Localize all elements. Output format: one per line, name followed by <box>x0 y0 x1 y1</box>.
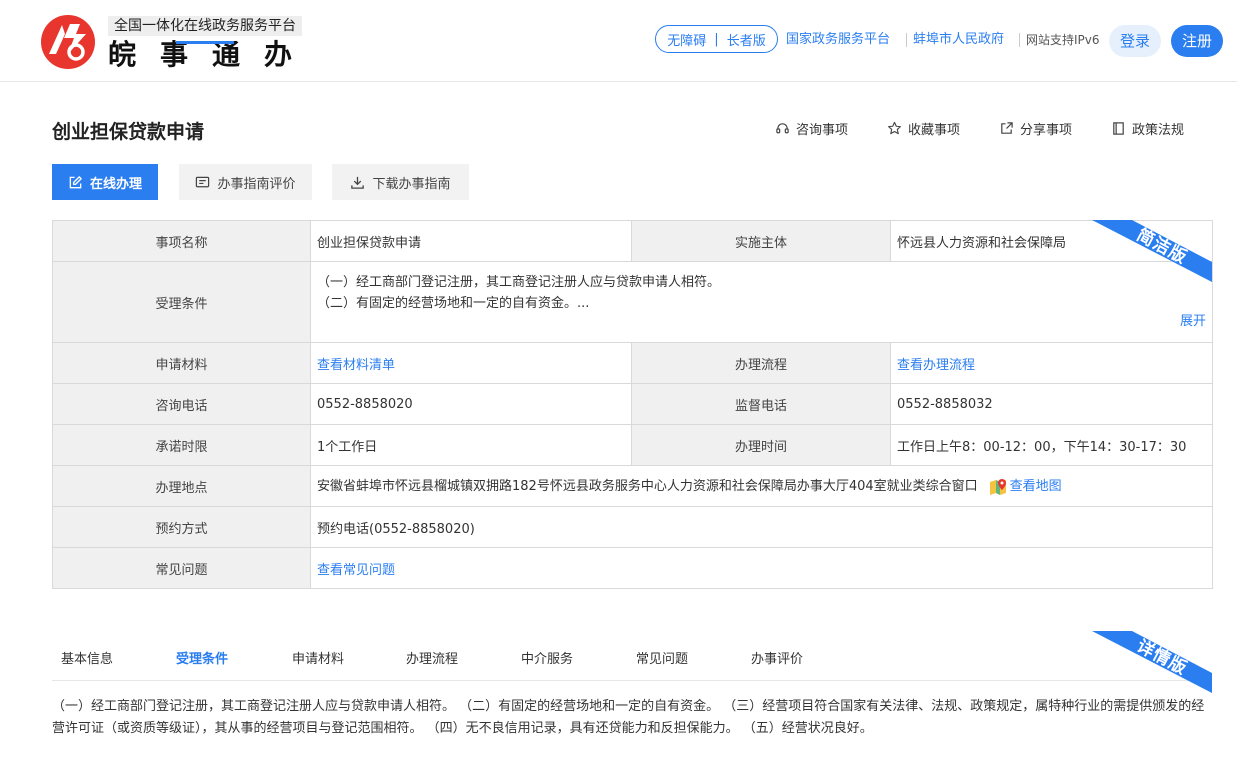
expand-link[interactable]: 展开 <box>1180 311 1206 332</box>
edit-icon <box>69 175 82 188</box>
supervise-phone-value: 0552-8858032 <box>890 383 1213 425</box>
national-platform-link[interactable]: 国家政务服务平台 <box>786 31 890 49</box>
table-row: 办理地点 安徽省蚌埠市怀远县榴城镇双拥路182号怀远县政务服务中心人力资源和社会… <box>52 465 1213 507</box>
policy-label: 政策法规 <box>1132 123 1185 138</box>
faq-link[interactable]: 查看常见问题 <box>317 563 395 578</box>
online-apply-label: 在线办理 <box>89 176 142 192</box>
table-row: 咨询电话 0552-8858020 监督电话 0552-8858032 <box>52 383 1213 425</box>
map-pin-icon[interactable] <box>988 477 1008 497</box>
headset-icon <box>776 123 789 134</box>
faq-cell: 查看常见问题 <box>310 547 1213 589</box>
evaluate-guide-label: 办事指南评价 <box>217 176 296 192</box>
flow-label: 办理流程 <box>631 342 891 384</box>
detail-tabs: 基本信息 受理条件 申请材料 办理流程 中介服务 常见问题 办事评价 <box>52 636 1212 681</box>
material-label: 申请材料 <box>52 342 311 384</box>
comment-icon <box>196 176 210 187</box>
accessibility-link[interactable]: 无障碍 <box>667 30 706 49</box>
share-action[interactable]: 分享事项 <box>999 119 1072 138</box>
table-row: 事项名称 创业担保贷款申请 实施主体 怀远县人力资源和社会保障局 <box>52 220 1213 262</box>
consult-label: 咨询事项 <box>796 123 849 138</box>
booking-label: 预约方式 <box>52 506 311 548</box>
divider <box>1019 33 1020 47</box>
booking-value: 预约电话(0552-8858020) <box>310 506 1213 548</box>
view-map-link[interactable]: 查看地图 <box>1010 479 1062 494</box>
tab-process[interactable]: 办理流程 <box>406 648 458 667</box>
address-label: 办理地点 <box>52 465 311 507</box>
table-row: 常见问题 查看常见问题 <box>52 547 1213 589</box>
download-guide-label: 下载办事指南 <box>372 176 451 192</box>
share-label: 分享事项 <box>1020 123 1073 138</box>
flow-link[interactable]: 查看办理流程 <box>897 358 975 373</box>
condition-label: 受理条件 <box>52 261 311 343</box>
city-government-link[interactable]: 蚌埠市人民政府 <box>913 31 1004 49</box>
share-icon <box>1001 122 1013 134</box>
phone-label: 咨询电话 <box>52 383 311 425</box>
tab-conditions[interactable]: 受理条件 <box>176 648 228 667</box>
table-row: 预约方式 预约电话(0552-8858020) <box>52 506 1213 548</box>
time-limit-value: 1个工作日 <box>310 424 632 466</box>
policy-action[interactable]: 政策法规 <box>1111 119 1184 138</box>
address-value: 安徽省蚌埠市怀远县榴城镇双拥路182号怀远县政务服务中心人力资源和社会保障局办事… <box>317 479 978 495</box>
consult-action[interactable]: 咨询事项 <box>775 119 848 138</box>
supervise-phone-label: 监督电话 <box>631 383 891 425</box>
active-tab-indicator <box>176 41 234 44</box>
faq-label: 常见问题 <box>52 547 311 589</box>
phone-value: 0552-8858020 <box>310 383 632 425</box>
pill-divider: | <box>714 31 719 47</box>
flow-cell: 查看办理流程 <box>890 342 1213 384</box>
time-limit-label: 承诺时限 <box>52 424 311 466</box>
online-apply-button[interactable]: 在线办理 <box>52 164 158 200</box>
logo-subtitle: 全国一体化在线政务服务平台 <box>108 16 302 36</box>
material-list-link[interactable]: 查看材料清单 <box>317 358 395 373</box>
tab-basic-info[interactable]: 基本信息 <box>61 648 113 667</box>
table-row: 受理条件 （一）经工商部门登记注册，其工商登记注册人应与贷款申请人相符。 （二）… <box>52 261 1213 343</box>
condition-line-1: （一）经工商部门登记注册，其工商登记注册人应与贷款申请人相符。 <box>317 275 721 290</box>
table-row: 承诺时限 1个工作日 办理时间 工作日上午8：00-12：00，下午14：30-… <box>52 424 1213 466</box>
item-name-label: 事项名称 <box>52 220 311 262</box>
divider <box>906 33 907 47</box>
tab-intermediary[interactable]: 中介服务 <box>521 648 573 667</box>
item-name-value: 创业担保贷款申请 <box>310 220 632 262</box>
material-cell: 查看材料清单 <box>310 342 632 384</box>
favorite-label: 收藏事项 <box>908 123 961 138</box>
service-info-table: 事项名称 创业担保贷款申请 实施主体 怀远县人力资源和社会保障局 受理条件 （一… <box>52 220 1213 589</box>
ipv6-notice: 网站支持IPv6 <box>1026 33 1100 47</box>
register-button[interactable]: 注册 <box>1171 25 1223 57</box>
site-logo-icon[interactable] <box>40 14 96 70</box>
subject-label: 实施主体 <box>631 220 891 262</box>
conditions-detail-text: （一）经工商部门登记注册，其工商登记注册人应与贷款申请人相符。 （二）有固定的经… <box>52 699 1205 736</box>
elder-mode-link[interactable]: 长者版 <box>727 30 766 49</box>
tab-evaluation[interactable]: 办事评价 <box>751 648 803 667</box>
login-button[interactable]: 登录 <box>1109 25 1161 57</box>
detail-version-ribbon[interactable]: 详情版 <box>1092 631 1212 693</box>
office-hours-label: 办理时间 <box>631 424 891 466</box>
tab-faq[interactable]: 常见问题 <box>636 648 688 667</box>
evaluate-guide-button[interactable]: 办事指南评价 <box>179 164 312 200</box>
condition-line-2: （二）有固定的经营场地和一定的自有资金。... <box>317 296 590 311</box>
office-hours-value: 工作日上午8：00-12：00，下午14：30-17：30 <box>890 424 1213 466</box>
page-title: 创业担保贷款申请 <box>52 121 205 143</box>
condition-value: （一）经工商部门登记注册，其工商登记注册人应与贷款申请人相符。 （二）有固定的经… <box>310 261 1213 343</box>
simple-version-ribbon[interactable]: 简洁版 <box>1092 220 1212 282</box>
accessibility-toggle: 无障碍 | 长者版 <box>655 25 778 53</box>
download-guide-button[interactable]: 下载办事指南 <box>332 164 469 200</box>
table-row: 申请材料 查看材料清单 办理流程 查看办理流程 <box>52 342 1213 384</box>
favorite-action[interactable]: 收藏事项 <box>887 119 960 138</box>
address-cell: 安徽省蚌埠市怀远县榴城镇双拥路182号怀远县政务服务中心人力资源和社会保障局办事… <box>310 465 1213 507</box>
tab-materials[interactable]: 申请材料 <box>292 648 344 667</box>
download-icon <box>351 176 365 189</box>
star-icon <box>888 121 901 135</box>
book-icon <box>1113 122 1124 135</box>
